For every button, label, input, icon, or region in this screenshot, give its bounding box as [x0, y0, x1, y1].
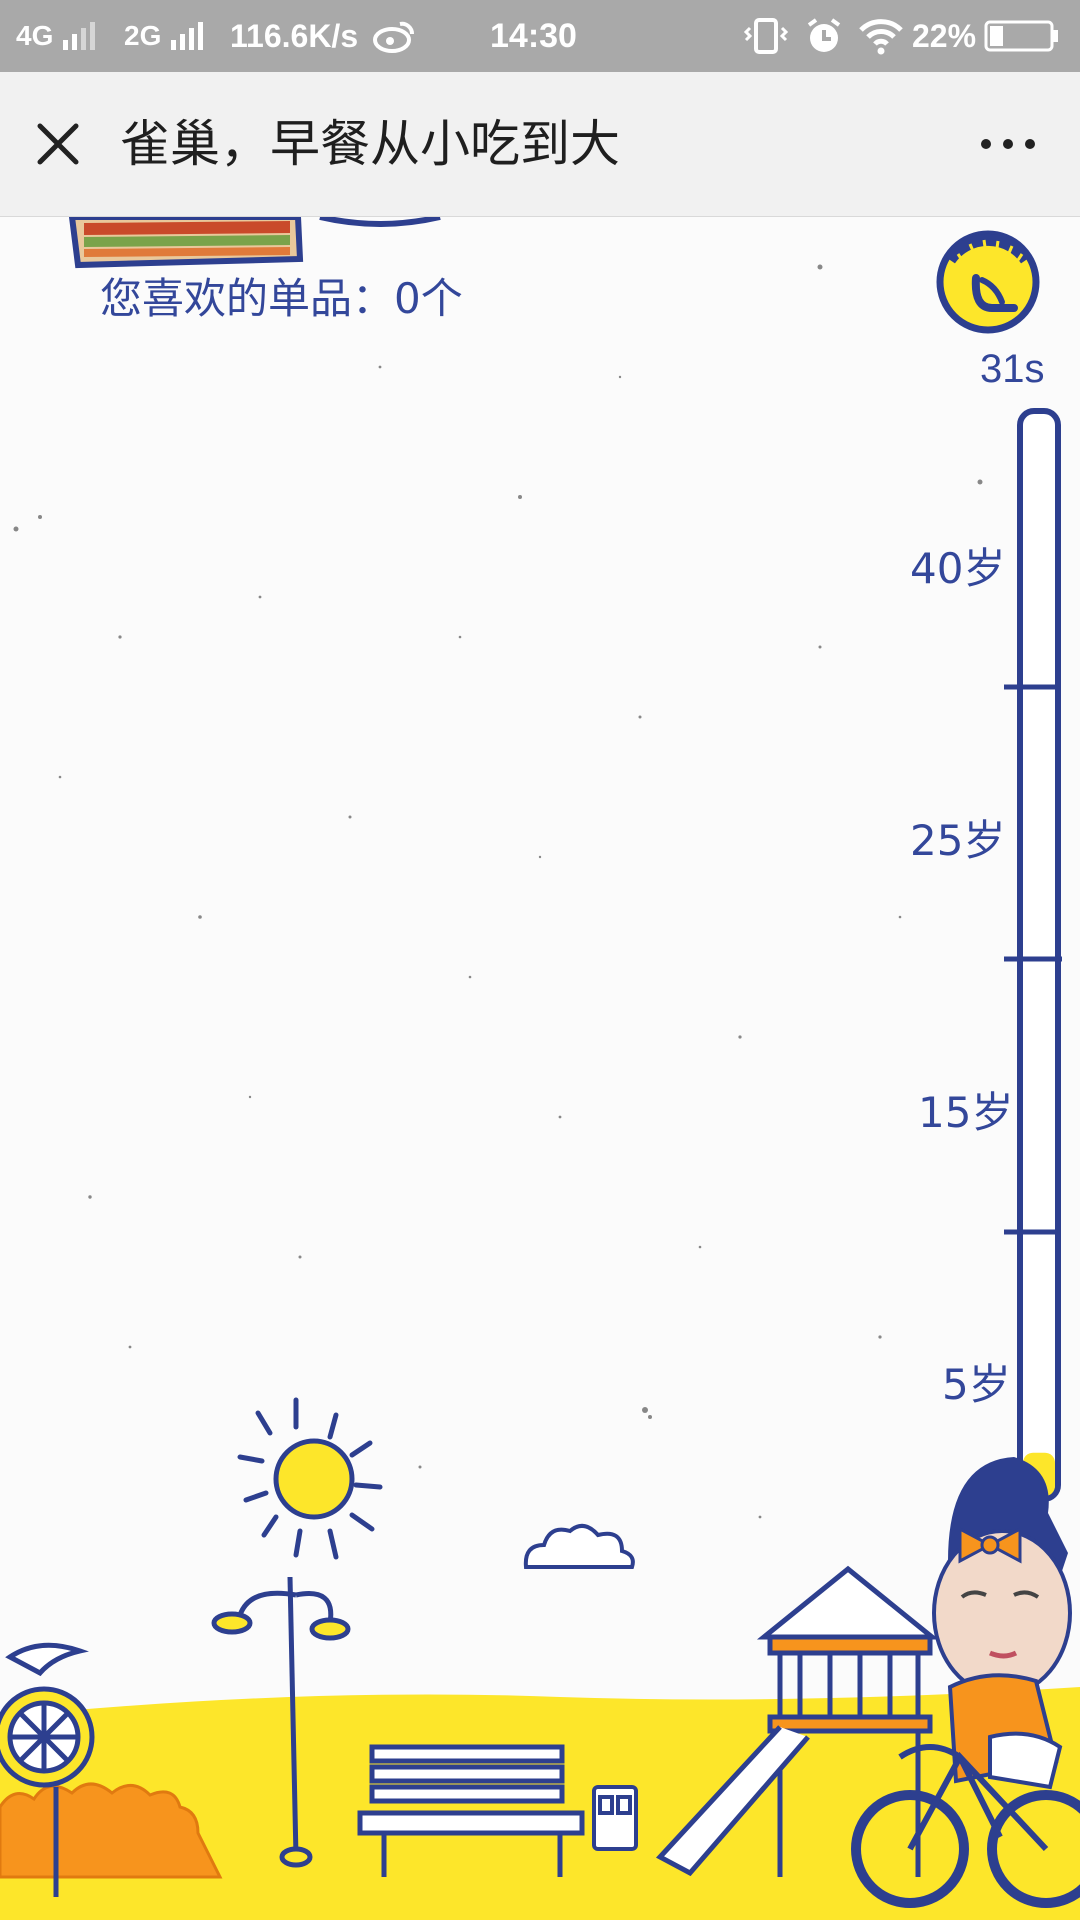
net-speed: 116.6K/s — [230, 17, 359, 54]
page-title: 雀巢，早餐从小吃到大 — [120, 115, 620, 173]
network-1-label: 4G — [16, 20, 54, 51]
network-2-label: 2G — [124, 20, 162, 51]
status-bar: 4G 2G 116.6K/s 14:30 22% — [0, 0, 1080, 72]
close-button[interactable] — [26, 112, 90, 176]
more-icon — [981, 139, 1035, 149]
signal-icon — [63, 22, 96, 50]
wifi-icon — [858, 0, 904, 72]
signal-icon — [171, 22, 204, 50]
playground-scene — [0, 1397, 1080, 1920]
battery-percent: 22% — [912, 17, 977, 54]
cloud-illustration — [523, 1523, 635, 1569]
network-2: 2G — [124, 0, 204, 72]
more-button[interactable] — [972, 116, 1044, 172]
sun-illustration — [237, 1397, 383, 1560]
vibrate-icon — [744, 0, 788, 72]
alarm-icon — [804, 0, 844, 72]
close-icon — [37, 123, 79, 165]
title-bar: 雀巢，早餐从小吃到大 — [0, 72, 1080, 217]
battery-icon — [984, 0, 1060, 72]
trash-bin-illustration — [592, 1785, 638, 1851]
game-area: 您喜欢的单品：0个 31s 40岁 25岁 15岁 5岁 — [0, 217, 1080, 1920]
network-1: 4G — [16, 0, 96, 72]
clock: 14:30 — [490, 16, 577, 55]
weibo-icon — [372, 0, 416, 72]
